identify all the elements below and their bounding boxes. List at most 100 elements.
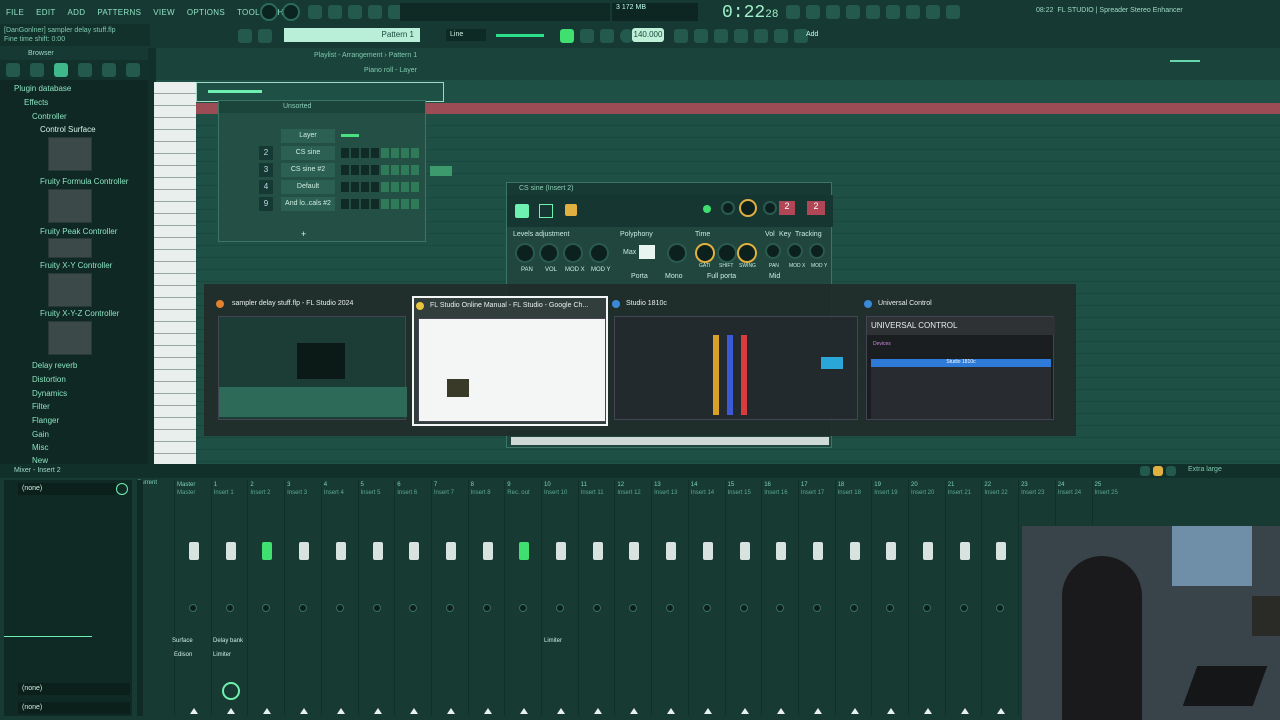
input-select[interactable]: (none) [18,683,130,695]
mixer-track[interactable]: 17 Insert 17 [797,480,834,716]
route-arrow-icon[interactable] [887,708,896,714]
channel-number[interactable]: 9 [259,197,273,211]
pan-knob[interactable] [189,604,197,612]
snap-mode[interactable]: Line [446,29,486,41]
track-name[interactable]: Insert 19 [874,490,897,496]
porta-toggle[interactable]: Porta [631,273,648,280]
pan-knob[interactable] [996,604,1005,612]
browser-item[interactable]: Effects [24,98,48,107]
pan-knob[interactable] [519,604,528,612]
vol-knob[interactable] [739,199,757,217]
pan-level-knob[interactable] [515,243,535,263]
pan-knob[interactable] [666,604,675,612]
piano-roll-icon[interactable] [806,5,820,19]
add-menu[interactable]: Add [806,31,818,38]
mody-level-knob[interactable] [589,243,609,263]
power-led[interactable] [703,205,711,213]
menu-view[interactable]: VIEW [147,8,181,17]
volume-fader[interactable] [519,542,530,560]
step-sequencer[interactable] [341,148,419,158]
channel-number[interactable]: 2 [259,146,273,160]
mixer-track[interactable]: 8 Insert 8 [467,480,504,716]
browser-item[interactable]: Fruity Formula Controller [40,177,128,186]
step-icon[interactable] [674,29,688,43]
browser-sounds-icon[interactable] [78,63,92,77]
mixer-track[interactable]: 2 Insert 2 [247,480,283,716]
mixer-track[interactable]: 4 Insert 4 [320,480,357,716]
pan-knob[interactable] [721,201,735,215]
pattern-selector[interactable]: Pattern 1 [284,28,420,42]
note[interactable] [430,166,452,176]
volume-fader[interactable] [556,542,566,560]
channel-row[interactable]: 4 Default [223,180,423,194]
full-porta-toggle[interactable]: Full porta [707,273,736,280]
channel-row[interactable]: 9 And lo..cals #2 [223,197,423,211]
volume-fader[interactable] [445,542,456,560]
mono-toggle[interactable]: Mono [665,273,683,280]
route-arrow-icon[interactable] [483,708,492,714]
step-sequencer[interactable] [341,199,419,209]
mixer-track[interactable]: 6 Insert 6 [394,480,430,716]
browser-item[interactable]: Plugin database [14,84,71,93]
typing-keyboard-icon[interactable] [774,29,788,43]
stop-icon[interactable] [600,29,614,43]
route-arrow-icon[interactable] [777,708,786,714]
track-mody-knob[interactable] [809,243,825,259]
step-sequencer[interactable] [341,165,419,175]
pan-knob[interactable] [482,604,491,612]
pan-knob[interactable] [409,604,418,612]
switcher-window[interactable]: Universal Control UNIVERSAL CONTROL Devi… [862,296,1058,426]
pan-knob[interactable] [739,604,748,612]
track-name[interactable]: Insert 16 [764,490,787,496]
multilink-icon[interactable] [754,29,768,43]
loop-icon[interactable] [328,5,342,19]
layout-icon[interactable] [1166,466,1176,476]
song-mode-button[interactable] [560,29,574,43]
pan-knob[interactable] [225,604,234,612]
pan-knob[interactable] [812,604,821,612]
mixer-track[interactable]: 9 Rec. out [504,480,540,716]
fx-surface[interactable]: Surface [172,638,193,644]
browser-nav-icon[interactable] [6,63,20,77]
track-name[interactable]: Insert 17 [801,490,824,496]
volume-fader[interactable] [666,542,677,560]
mixer-track[interactable]: 22 Insert 22 [981,480,1017,716]
track-name[interactable]: Insert 2 [250,490,270,496]
record-mode-button[interactable] [260,3,278,21]
insert-preset[interactable]: (none) [18,483,116,495]
route-arrow-icon[interactable] [850,708,859,714]
track-name[interactable]: Insert 1 [214,490,234,496]
route-arrow-icon[interactable] [960,708,969,714]
pan-knob[interactable] [923,604,931,612]
volume-fader[interactable] [923,542,933,560]
track-name[interactable]: Insert 7 [434,490,454,496]
browser-item[interactable]: Misc [32,443,48,452]
route-arrow-icon[interactable] [263,708,272,714]
mixer-track[interactable]: 19 Insert 19 [871,480,907,716]
channel-name[interactable]: Layer [281,129,335,143]
menu-patterns[interactable]: PATTERNS [91,8,147,17]
volume-fader[interactable] [886,542,897,560]
add-channel-icon[interactable]: + [301,229,306,239]
pan-knob[interactable] [262,604,271,612]
pan-knob[interactable] [335,604,344,612]
track-name[interactable]: Insert 24 [1058,490,1081,496]
pan-knob[interactable] [886,604,895,612]
volume-fader[interactable] [996,542,1007,560]
mic-icon[interactable] [714,29,728,43]
mixer-track[interactable]: 14 Insert 14 [687,480,724,716]
step-sequencer[interactable] [341,182,419,192]
mixer-size[interactable]: Extra large [1188,466,1222,473]
pan-knob[interactable] [592,604,601,612]
channel-name[interactable]: CS sine #2 [281,163,335,177]
browser-files-icon[interactable] [30,63,44,77]
pan-knob[interactable] [629,604,638,612]
volume-fader[interactable] [959,542,970,560]
track-name[interactable]: Insert 8 [471,490,491,496]
channel-row[interactable]: Layer [223,129,423,143]
mixer-track[interactable]: 16 Insert 16 [761,480,797,716]
volume-fader[interactable] [225,542,236,560]
metronome-icon[interactable] [308,5,322,19]
gate-knob[interactable] [695,243,715,263]
browser-cloud-icon[interactable] [102,63,116,77]
